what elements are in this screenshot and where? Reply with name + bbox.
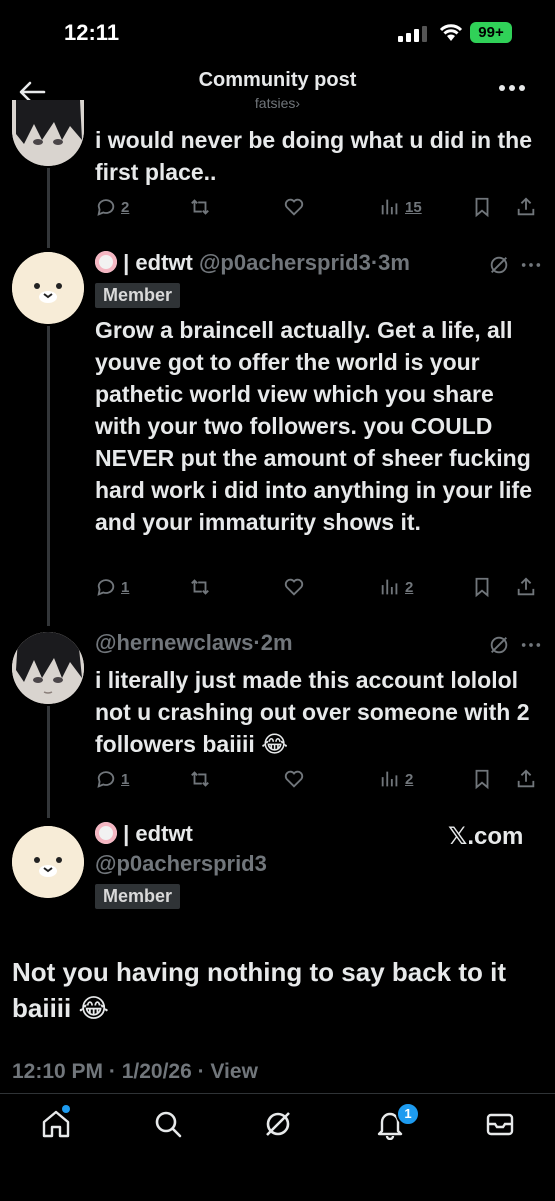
- battery-indicator: 99+: [470, 22, 512, 43]
- flower-emoji-icon: [95, 822, 117, 844]
- messages-mail-icon[interactable]: [484, 1108, 516, 1140]
- reply-icon: [97, 579, 115, 596]
- repost-button[interactable]: [189, 196, 211, 218]
- repost-icon: [191, 199, 209, 215]
- views-button[interactable]: 2: [379, 768, 413, 790]
- thread-line: [47, 168, 50, 248]
- reply-button[interactable]: 1: [95, 768, 129, 790]
- reply-button[interactable]: 1: [95, 576, 129, 598]
- bookmark-button[interactable]: [471, 576, 493, 598]
- bookmark-icon: [475, 769, 489, 790]
- post-author-line: | edtwt: [95, 821, 193, 847]
- bookmark-button[interactable]: [471, 196, 493, 218]
- reply-button[interactable]: 2: [95, 196, 129, 218]
- reply-icon: [97, 199, 115, 216]
- post-actions: 1 2: [95, 576, 545, 606]
- reply-icon: [97, 771, 115, 788]
- repost-button[interactable]: [189, 768, 211, 790]
- wifi-icon: [439, 24, 463, 41]
- post-text: Grow a braincell actually. Get a life, a…: [95, 317, 533, 535]
- share-button[interactable]: [515, 768, 537, 790]
- share-icon: [517, 577, 535, 596]
- share-icon: [517, 769, 535, 788]
- display-name[interactable]: | edtwt: [123, 821, 193, 846]
- heart-icon: [284, 770, 304, 788]
- repost-icon: [191, 771, 209, 787]
- bookmark-icon: [475, 577, 489, 598]
- focused-post-text: Not you having nothing to say back to it…: [12, 957, 507, 1023]
- source-label: 𝕏.com: [448, 823, 524, 850]
- more-options-icon[interactable]: [520, 254, 542, 276]
- thread-line: [47, 326, 50, 626]
- heart-icon: [284, 198, 304, 216]
- post-actions: 2 15: [95, 196, 545, 226]
- author-handle[interactable]: @p0achersprid3: [95, 851, 267, 877]
- author-handle[interactable]: @p0achersprid3: [199, 250, 371, 275]
- home-unread-dot: [62, 1105, 70, 1113]
- community-name[interactable]: fatsies: [255, 95, 295, 111]
- like-button[interactable]: [283, 768, 305, 790]
- bookmark-button[interactable]: [471, 768, 493, 790]
- avatar[interactable]: [12, 632, 84, 704]
- like-button[interactable]: [283, 196, 305, 218]
- views-chart-icon: [381, 771, 398, 787]
- flower-emoji-icon: [95, 251, 117, 273]
- bottom-nav: [0, 1093, 555, 1201]
- post-author-line: | edtwt @p0achersprid3·3m: [95, 250, 410, 276]
- avatar[interactable]: [12, 826, 84, 898]
- post-time: ·3m: [370, 250, 410, 275]
- share-icon: [517, 197, 535, 216]
- post-text: i would never be doing what u did in the…: [95, 127, 532, 185]
- member-badge: Member: [95, 283, 181, 308]
- repost-button[interactable]: [189, 576, 211, 598]
- post-author-line: @hernewclaws·2m: [95, 630, 293, 656]
- like-button[interactable]: [283, 576, 305, 598]
- page-title: Community post: [198, 69, 357, 91]
- share-button[interactable]: [515, 576, 537, 598]
- chevron-right-icon: ›: [295, 95, 301, 111]
- views-button[interactable]: 15: [379, 196, 422, 218]
- bookmark-icon: [475, 197, 489, 218]
- repost-icon: [191, 579, 209, 595]
- cellular-signal-icon: [398, 26, 427, 42]
- heart-icon: [284, 578, 304, 596]
- views-button[interactable]: 2: [379, 576, 413, 598]
- avatar[interactable]: [12, 100, 84, 166]
- notification-count-badge: 1: [396, 1102, 420, 1126]
- avatar[interactable]: [12, 252, 84, 324]
- post-meta: 12:10 PM · 1/20/26 · View: [12, 1060, 258, 1083]
- grok-icon[interactable]: [262, 1108, 294, 1140]
- more-options-icon[interactable]: [520, 634, 542, 656]
- views-chart-icon: [381, 579, 398, 595]
- share-button[interactable]: [515, 196, 537, 218]
- post-actions: 1 2: [95, 768, 545, 798]
- author-handle[interactable]: @hernewclaws: [95, 630, 253, 655]
- search-icon[interactable]: [152, 1108, 184, 1140]
- views-chart-icon: [381, 199, 398, 215]
- post-text: i literally just made this account lolol…: [95, 667, 530, 757]
- member-badge: Member: [95, 884, 181, 909]
- grok-icon[interactable]: [488, 254, 510, 276]
- status-time: 12:11: [64, 20, 120, 45]
- post-time: ·2m: [253, 630, 293, 655]
- more-options-icon[interactable]: [496, 78, 528, 98]
- grok-icon[interactable]: [488, 634, 510, 656]
- display-name[interactable]: | edtwt: [123, 250, 193, 275]
- thread-line: [47, 706, 50, 818]
